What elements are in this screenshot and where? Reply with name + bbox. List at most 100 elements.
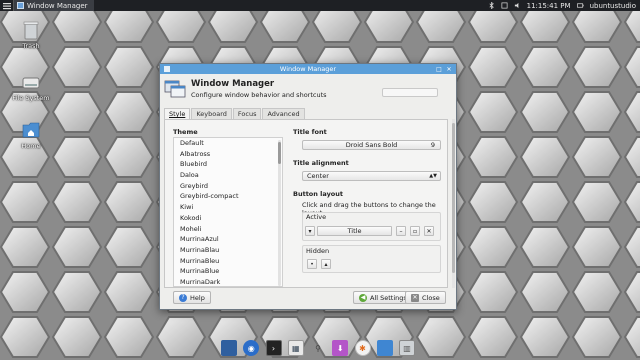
terminal-icon[interactable]: › (265, 340, 282, 356)
desktop-icon[interactable] (221, 340, 237, 356)
panel-scrollbar[interactable] (452, 119, 455, 288)
close-window-button[interactable]: ✕ (445, 65, 453, 73)
drive-icon (22, 77, 40, 89)
window-titlebar[interactable]: Window Manager □ ✕ (160, 64, 456, 74)
theme-list[interactable]: Default Albatross Bluebird Daloa Greybir… (173, 137, 283, 287)
theme-list-scrollbar[interactable] (278, 140, 281, 286)
window-manager-app-icon (17, 2, 24, 9)
home-folder-icon (22, 122, 40, 138)
theme-item[interactable]: Moheli (174, 224, 282, 235)
menu-down-icon: ▾ (308, 227, 312, 235)
tab-bar: Style Keyboard Focus Advanced (164, 108, 306, 119)
app-menu-icon (2, 2, 11, 9)
window-manager-icon (164, 80, 186, 97)
active-label: Active (306, 213, 327, 221)
browser-icon[interactable]: ◉ (243, 340, 260, 356)
theme-list-scroll-thumb[interactable] (278, 142, 281, 164)
trash-icon[interactable]: ▥ (399, 340, 415, 356)
desktop-icon-label: Home (21, 142, 41, 150)
user-menu[interactable]: ubuntustudio (590, 2, 636, 10)
search-icon[interactable]: ⚲ (310, 340, 326, 356)
stick-layout-button[interactable]: • (307, 259, 317, 269)
volume-icon[interactable] (514, 2, 521, 9)
chat-icon[interactable]: ✱ (354, 340, 371, 356)
help-label: Help (190, 293, 205, 302)
theme-item[interactable]: Default (174, 138, 282, 149)
shade-layout-button[interactable]: ▴ (321, 259, 331, 269)
network-icon[interactable] (501, 2, 508, 9)
theme-item[interactable]: Greybird (174, 181, 282, 192)
shade-icon: ▴ (324, 260, 328, 268)
theme-item[interactable]: MurrinaBlau (174, 245, 282, 256)
title-layout-button[interactable]: Title (317, 226, 392, 236)
software-center-icon[interactable]: ⬇ (332, 340, 349, 356)
theme-item[interactable]: Greybird-compact (174, 191, 282, 202)
taskbar-window-title: Window Manager (27, 1, 88, 10)
maximize-layout-button[interactable]: ▫ (410, 226, 420, 236)
dock: ◉ › ▦ ⚲ ⬇ ✱ ▥ (218, 337, 418, 359)
title-font-heading: Title font (293, 128, 327, 136)
theme-item[interactable]: Kiwi (174, 202, 282, 213)
title-alignment-select[interactable]: Center ▲▼ (302, 171, 441, 181)
settings-manager-icon[interactable]: ▦ (287, 340, 304, 356)
panel-scroll-thumb[interactable] (452, 123, 455, 273)
minimize-layout-button[interactable]: – (396, 226, 406, 236)
dialog-header: Window Manager Configure window behavior… (160, 74, 456, 103)
close-icon: ✕ (426, 227, 432, 235)
window-manager-dialog: Window Manager □ ✕ Window Manager Config… (159, 63, 457, 310)
bluetooth-icon[interactable] (488, 2, 495, 9)
window-app-icon (164, 66, 170, 72)
theme-heading: Theme (173, 128, 198, 136)
title-font-name: Droid Sans Bold (345, 141, 398, 149)
maximize-icon: □ (436, 65, 442, 73)
theme-item[interactable]: MurrinaDark (174, 277, 282, 286)
all-settings-label: All Settings (370, 293, 407, 302)
close-icon: ✕ (446, 65, 452, 73)
window-title: Window Manager (279, 65, 337, 73)
stick-icon: • (310, 260, 314, 268)
app-menu-button[interactable] (0, 0, 13, 11)
desktop-icon-trash[interactable]: Trash (7, 20, 55, 50)
tab-focus[interactable]: Focus (232, 108, 262, 119)
theme-item[interactable]: Albatross (174, 149, 282, 160)
theme-item[interactable]: Bluebird (174, 159, 282, 170)
close-button[interactable]: ✕ Close (405, 291, 446, 304)
tab-keyboard[interactable]: Keyboard (191, 108, 232, 119)
theme-item[interactable]: Kokodi (174, 213, 282, 224)
menu-layout-button[interactable]: ▾ (305, 226, 315, 236)
hidden-label: Hidden (306, 247, 330, 255)
tab-style[interactable]: Style (164, 108, 191, 119)
close-icon: ✕ (411, 293, 419, 302)
theme-item[interactable]: MurrinaBleu (174, 256, 282, 267)
theme-item[interactable]: MurrinaAzul (174, 234, 282, 245)
clock[interactable]: 11:15:41 PM (527, 2, 571, 10)
close-label: Close (422, 293, 440, 302)
close-layout-button[interactable]: ✕ (424, 226, 434, 236)
back-arrow-icon: ◀ (359, 293, 367, 302)
maximize-button[interactable]: □ (435, 65, 443, 73)
theme-item[interactable]: Daloa (174, 170, 282, 181)
desktop-icon-file-system[interactable]: File System (7, 72, 55, 102)
system-tray: 11:15:41 PM ubuntustudio (488, 2, 640, 10)
button-layout-heading: Button layout (293, 190, 344, 198)
title-font-size: 9 (430, 141, 435, 149)
desktop-icon-home[interactable]: Home (7, 120, 55, 150)
title-font-button[interactable]: Droid Sans Bold 9 (302, 140, 441, 150)
dialog-heading: Window Manager (191, 78, 275, 89)
settings-search-field[interactable] (382, 88, 438, 97)
files-icon[interactable] (376, 340, 393, 356)
help-button[interactable]: ? Help (173, 291, 211, 304)
tab-advanced[interactable]: Advanced (262, 108, 305, 119)
style-tab-panel: Theme Default Albatross Bluebird Daloa G… (164, 119, 448, 288)
top-panel: Window Manager 11:15:41 PM ubuntustudio (0, 0, 640, 11)
taskbar-window-manager[interactable]: Window Manager (13, 0, 94, 11)
minimize-icon: – (399, 227, 403, 235)
dialog-subheading: Configure window behavior and shortcuts (191, 90, 327, 99)
all-settings-button[interactable]: ◀ All Settings (353, 291, 413, 304)
title-alignment-heading: Title alignment (293, 159, 349, 167)
combo-arrows-icon: ▲▼ (429, 173, 437, 179)
desktop-icon-label: File System (12, 94, 50, 102)
battery-icon[interactable] (576, 2, 584, 9)
theme-item[interactable]: MurrinaBlue (174, 266, 282, 277)
desktop-icon-label: Trash (22, 42, 40, 50)
